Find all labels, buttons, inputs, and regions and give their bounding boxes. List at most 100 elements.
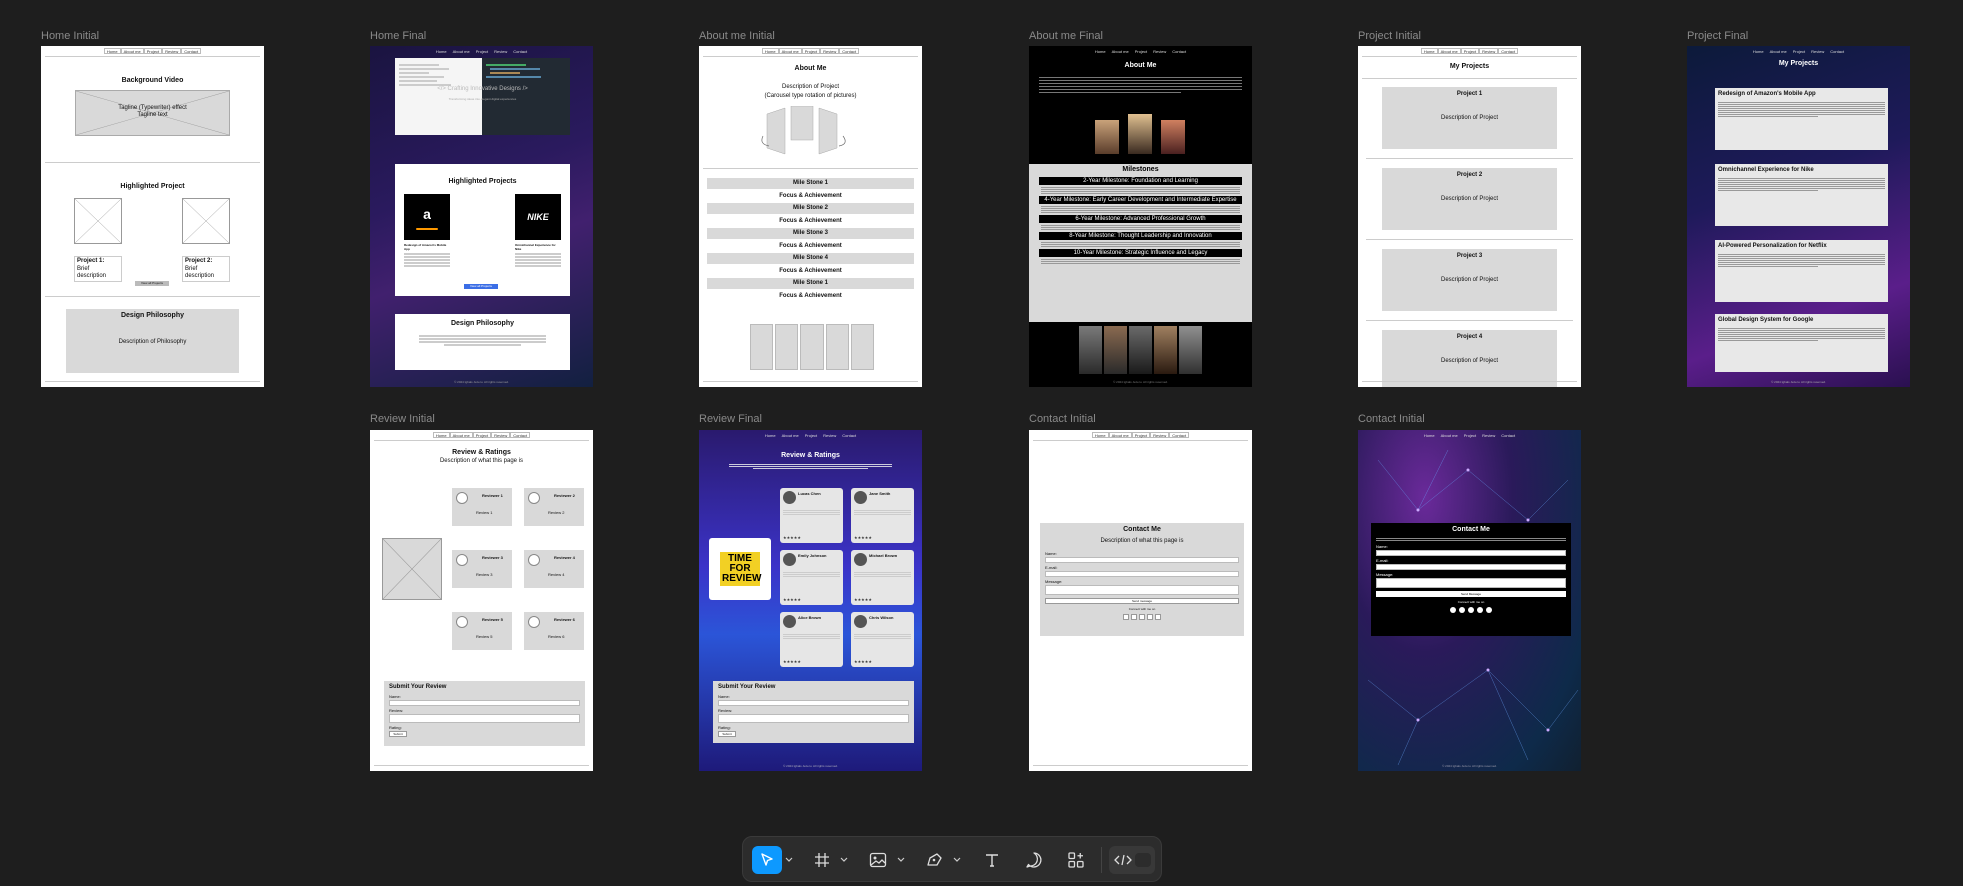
submit-button[interactable]: Submit	[718, 730, 736, 737]
frame-label-project-final[interactable]: Project Final	[1687, 30, 1748, 42]
nav-contact[interactable]: Contact	[839, 48, 860, 54]
frame-project-final[interactable]: Home About me Project Review Contact My …	[1687, 46, 1910, 387]
email-input[interactable]	[1045, 571, 1239, 578]
move-tool-button[interactable]	[752, 846, 782, 874]
name-input[interactable]	[1045, 557, 1239, 564]
project-card[interactable]: Omnichannel Experience for Nike	[1715, 164, 1888, 226]
nav-review[interactable]: Review	[491, 432, 511, 438]
nav-about[interactable]: About me	[450, 48, 473, 54]
photo-carousel[interactable]	[1095, 114, 1185, 158]
comment-tool-button[interactable]	[1019, 846, 1049, 874]
image-tool-button[interactable]	[863, 846, 893, 874]
whatsapp-icon[interactable]	[1486, 606, 1492, 613]
frame-contact-initial[interactable]: Home About me Project Review Contact Con…	[1029, 430, 1252, 771]
social-icon[interactable]	[1155, 614, 1161, 620]
nav-contact[interactable]: Contact	[510, 432, 531, 438]
nav-about[interactable]: About me	[1767, 48, 1790, 54]
nav-home[interactable]: Home	[1092, 48, 1109, 54]
submit-button[interactable]: Submit	[389, 730, 407, 737]
nav-project[interactable]: Project	[801, 48, 821, 54]
nav-contact[interactable]: Contact	[1827, 48, 1847, 54]
nav-review[interactable]: Review	[1479, 48, 1499, 54]
frame-label-home-final[interactable]: Home Final	[370, 30, 426, 42]
social-icon[interactable]	[1123, 614, 1129, 620]
frame-label-review-final[interactable]: Review Final	[699, 413, 762, 425]
nav-home[interactable]: Home	[1420, 48, 1438, 54]
chevron-down-icon[interactable]	[840, 854, 848, 864]
text-tool-button[interactable]	[977, 846, 1007, 874]
name-input[interactable]	[718, 699, 909, 706]
frame-review-final[interactable]: Home About me Project Review Contact Rev…	[699, 430, 922, 771]
project-card[interactable]: Project 3 Description of Project	[1382, 248, 1557, 311]
nav-review[interactable]: Review	[1808, 48, 1827, 54]
nav-home[interactable]: Home	[432, 432, 450, 438]
frame-label-about-final[interactable]: About me Final	[1029, 30, 1103, 42]
nav-review[interactable]: Review	[820, 432, 839, 438]
review-card[interactable]: Alice Brown ★★★★★	[780, 612, 843, 667]
nav-contact[interactable]: Contact	[1169, 432, 1190, 438]
chevron-down-icon[interactable]	[785, 854, 793, 864]
nav-contact[interactable]: Contact	[1169, 48, 1189, 54]
review-input[interactable]	[718, 713, 909, 723]
nav-home[interactable]: Home	[1750, 48, 1767, 54]
nav-review[interactable]: Review	[820, 48, 840, 54]
review-card[interactable]: Reviewer 2 Review 2	[524, 488, 584, 526]
review-card[interactable]: Emily Johnson ★★★★★	[780, 550, 843, 605]
nav-review[interactable]: Review	[162, 48, 182, 54]
nav-project[interactable]: Project	[1132, 48, 1150, 54]
review-card[interactable]: Lucas Chen ★★★★★	[780, 488, 843, 543]
nav-contact[interactable]: Contact	[1498, 48, 1519, 54]
frame-label-home-initial[interactable]: Home Initial	[41, 30, 99, 42]
send-button[interactable]: Send message	[1045, 598, 1239, 605]
review-card[interactable]: Reviewer 1 Review 1	[452, 488, 512, 526]
nav-project[interactable]: Project	[802, 432, 820, 438]
actions-tool-button[interactable]	[1061, 846, 1091, 874]
frame-label-review-initial[interactable]: Review Initial	[370, 413, 435, 425]
review-card[interactable]: Reviewer 3 Review 3	[452, 550, 512, 588]
review-card[interactable]: Reviewer 5 Review 5	[452, 612, 512, 650]
social-icon[interactable]	[1147, 614, 1153, 620]
nav-about[interactable]: About me	[1109, 48, 1132, 54]
pen-tool-button[interactable]	[919, 846, 949, 874]
frame-home-initial[interactable]: Home About me Project Review Contact Bac…	[41, 46, 264, 387]
frame-label-about-initial[interactable]: About me Initial	[699, 30, 775, 42]
social-icon[interactable]	[1139, 614, 1145, 620]
nav-home[interactable]: Home	[762, 432, 779, 438]
review-card[interactable]: Jane Smith ★★★★★	[851, 488, 914, 543]
frame-label-contact-initial-2[interactable]: Contact Initial	[1358, 413, 1425, 425]
nav-project[interactable]: Project	[1460, 48, 1480, 54]
review-card[interactable]: Reviewer 6 Review 6	[524, 612, 584, 650]
nav-project[interactable]: Project	[473, 48, 491, 54]
nav-review[interactable]: Review	[1150, 48, 1169, 54]
carousel-graphic[interactable]	[759, 106, 869, 156]
nav-contact[interactable]: Contact	[510, 48, 530, 54]
chevron-down-icon[interactable]	[897, 854, 905, 864]
nav-project[interactable]: Project	[143, 48, 163, 54]
nav-about[interactable]: About me	[778, 48, 802, 54]
review-card[interactable]: Chris Wilson ★★★★★	[851, 612, 914, 667]
instagram-icon[interactable]	[1459, 606, 1465, 613]
frame-project-initial[interactable]: Home About me Project Review Contact My …	[1358, 46, 1581, 387]
dev-mode-toggle[interactable]	[1109, 846, 1155, 874]
project-card[interactable]: Global Design System for Google	[1715, 314, 1888, 372]
frame-home-final[interactable]: Home About me Project Review Contact </>…	[370, 46, 593, 387]
nav-contact[interactable]: Contact	[839, 432, 859, 438]
nav-about[interactable]: About me	[1108, 432, 1132, 438]
nav-about[interactable]: About me	[449, 432, 473, 438]
frame-about-final[interactable]: Home About me Project Review Contact Abo…	[1029, 46, 1252, 387]
email-input[interactable]	[1376, 563, 1566, 570]
nav-project[interactable]: Project	[1790, 48, 1808, 54]
social-icon[interactable]	[1131, 614, 1137, 620]
nav-review[interactable]: Review	[1150, 432, 1170, 438]
project-card[interactable]: AI-Powered Personalization for Netflix	[1715, 240, 1888, 302]
chevron-down-icon[interactable]	[953, 854, 961, 864]
nav-about[interactable]: About me	[120, 48, 144, 54]
github-icon[interactable]	[1450, 606, 1456, 613]
nike-logo[interactable]: NIKE	[515, 194, 561, 240]
message-input[interactable]	[1045, 585, 1239, 596]
send-button[interactable]: Send Message	[1376, 590, 1566, 597]
nav-home[interactable]: Home	[761, 48, 779, 54]
linkedin-icon[interactable]	[1468, 606, 1474, 613]
review-card[interactable]: Michael Brown ★★★★★	[851, 550, 914, 605]
nav-project[interactable]: Project	[1131, 432, 1151, 438]
